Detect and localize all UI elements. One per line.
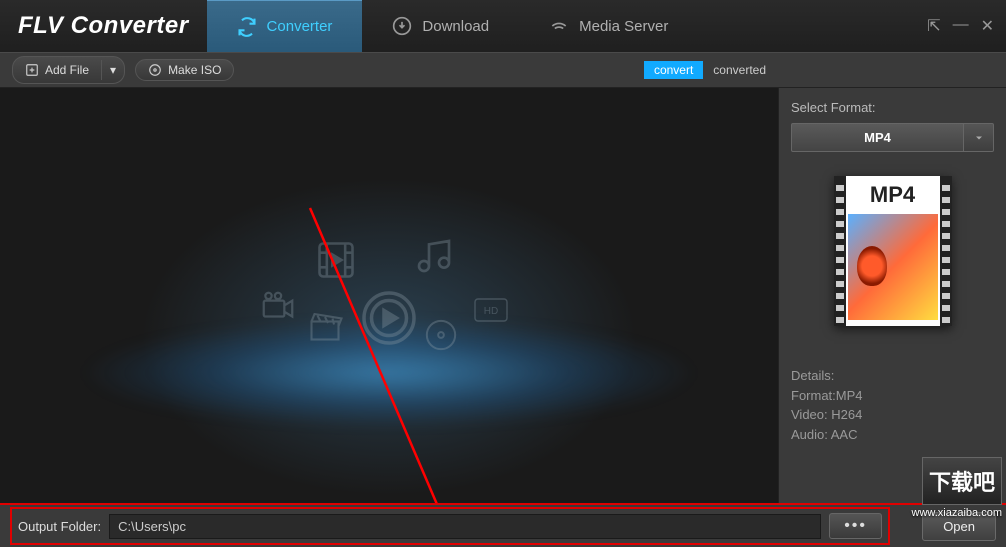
footer-bar: Output Folder: ••• Open [0,503,1006,547]
details-audio: Audio: AAC [791,425,994,445]
format-details: Details: Format:MP4 Video: H264 Audio: A… [791,366,994,444]
svg-text:HD: HD [484,306,498,317]
popout-icon[interactable]: ⇱ [927,16,940,36]
window-controls: ⇱ — ✕ [927,16,1006,36]
button-label: Add File [45,63,89,77]
tab-download[interactable]: Download [362,0,519,52]
drop-canvas[interactable]: HD [0,88,778,503]
watermark-url: www.xiazaiba.com [912,507,1002,519]
tab-media-server[interactable]: Media Server [519,0,698,52]
preview-thumbnail [848,214,938,320]
filmstrip-left [834,176,846,326]
music-note-icon [414,236,454,276]
segment-convert[interactable]: convert [644,61,703,79]
main-area: HD Select Format: MP4 MP4 Details: Forma… [0,88,1006,503]
format-sidebar: Select Format: MP4 MP4 Details: Format:M… [778,88,1006,503]
preview-format-label: MP4 [850,182,936,208]
chevron-down-icon[interactable] [964,123,994,152]
tab-label: Download [422,18,489,35]
make-iso-button[interactable]: Make ISO [135,59,234,81]
titlebar: FLV Converter Converter Download Media S… [0,0,1006,52]
film-icon [314,238,358,282]
refresh-icon [237,17,257,37]
disc-icon [148,63,162,77]
details-heading: Details: [791,366,994,386]
format-value: MP4 [791,123,964,152]
chevron-down-icon[interactable]: ▾ [101,60,124,80]
minimize-icon[interactable]: — [953,16,969,36]
watermark-logo: 下载吧 [922,457,1002,505]
clapper-icon [307,308,343,344]
close-icon[interactable]: ✕ [981,16,994,36]
tab-label: Converter [267,18,333,35]
format-preview: MP4 [834,176,952,326]
media-icons-cluster: HD [259,228,519,368]
button-label: Make ISO [168,63,221,77]
tab-converter[interactable]: Converter [207,0,363,52]
play-circle-icon [359,288,419,348]
hd-icon: HD [474,298,508,322]
browse-button[interactable]: ••• [829,513,882,539]
details-video: Video: H264 [791,405,994,425]
convert-segment: convert converted [644,61,776,79]
output-folder-input[interactable] [109,514,821,539]
wifi-icon [549,16,569,36]
format-dropdown[interactable]: MP4 [791,123,994,152]
details-format: Format:MP4 [791,386,994,406]
segment-converted[interactable]: converted [703,61,776,79]
select-format-label: Select Format: [791,100,994,115]
filmstrip-right [940,176,952,326]
camera-icon [259,288,297,326]
toolbar: Add File ▾ Make ISO convert converted [0,52,1006,88]
download-icon [392,16,412,36]
cd-icon [424,318,458,352]
plus-icon [25,63,39,77]
tab-label: Media Server [579,18,668,35]
add-file-button[interactable]: Add File ▾ [12,56,125,84]
output-folder-group: Output Folder: ••• [10,507,890,545]
main-tabs: Converter Download Media Server [207,0,699,52]
app-title: FLV Converter [0,12,207,40]
output-folder-label: Output Folder: [18,519,101,534]
